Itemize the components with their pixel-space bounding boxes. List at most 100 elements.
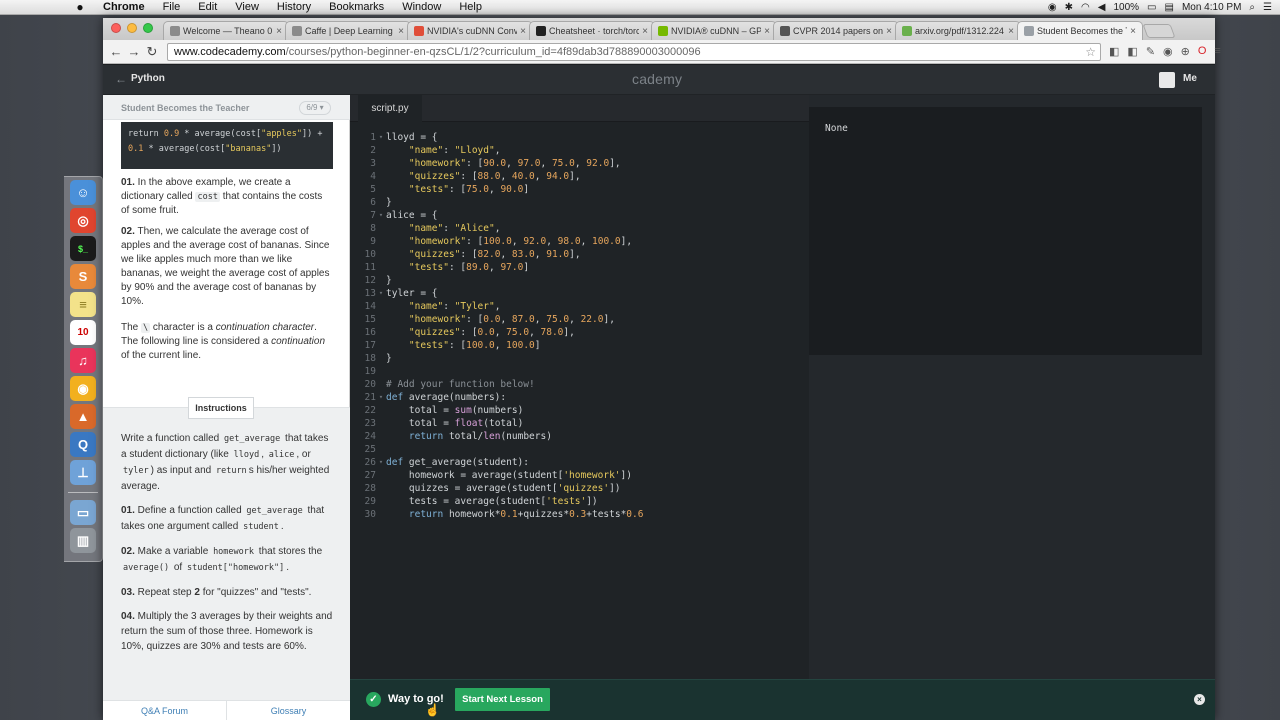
browser-tab[interactable]: Welcome — Theano 0.6 × (163, 21, 289, 40)
spotlight-icon[interactable]: ⌕ (1249, 2, 1255, 13)
photo-booth-icon[interactable]: ◎ (70, 208, 96, 233)
browser-tab[interactable]: CVPR 2014 papers on th × (773, 21, 899, 40)
browser-tab[interactable]: Cheatsheet · torch/torch × (529, 21, 655, 40)
code-line: 11 "tests": [89.0, 97.0] (364, 262, 530, 273)
apple-menu-icon[interactable]: ● (66, 0, 94, 14)
quicktime-icon[interactable]: Q (70, 432, 96, 457)
code-editor[interactable]: script.py 1 ▾ lloyd = { 2 "name": "Lloyd",… (350, 95, 809, 679)
code-line: 7 ▾ alice = { (370, 210, 438, 221)
tab-close-icon[interactable]: × (520, 26, 526, 37)
browser-tab[interactable]: Caffe | Deep Learning Fr × (285, 21, 411, 40)
codecademy-logo[interactable]: codecademy (632, 71, 1091, 120)
menu-chrome[interactable]: Chrome (94, 1, 154, 13)
tab-favicon-icon (780, 26, 790, 36)
browser-tab[interactable]: Student Becomes the Tea× (1017, 21, 1143, 40)
browser-tab[interactable]: arxiv.org/pdf/1312.224 × (895, 21, 1021, 40)
back-to-course-icon[interactable]: ← (115, 72, 127, 86)
avatar[interactable] (1159, 72, 1175, 88)
close-window-icon[interactable] (111, 23, 121, 33)
battery-percent[interactable]: 100% (1113, 2, 1139, 13)
code-line: 3 "homework": [90.0, 97.0, 75.0, 92.0], (370, 158, 621, 169)
tab-close-icon[interactable]: × (642, 26, 648, 37)
tab-close-icon[interactable]: × (276, 26, 282, 37)
code-line: 26 ▾ def get_average(student): (364, 457, 530, 468)
extension-icon[interactable]: ◧ (1109, 45, 1119, 58)
qa-forum-link[interactable]: Q&A Forum (103, 701, 226, 720)
glossary-link[interactable]: Glossary (226, 701, 350, 720)
instruction-paragraph: Write a function called get_average that… (121, 433, 330, 492)
menu-bookmarks[interactable]: Bookmarks (320, 1, 393, 13)
calendar-icon[interactable]: 10 (70, 320, 96, 345)
menu-view[interactable]: View (226, 1, 268, 13)
browser-tab[interactable]: NVIDIA's cuDNN ConvNe× (407, 21, 533, 40)
code-line: 4 "quizzes": [88.0, 40.0, 94.0], (370, 171, 581, 182)
minimize-window-icon[interactable] (127, 23, 137, 33)
new-tab-button[interactable] (1142, 24, 1176, 38)
tab-title: Welcome — Theano 0.6 (183, 26, 274, 36)
extension-icon[interactable]: ◧ (1127, 45, 1137, 58)
extension-icon[interactable]: ✎ (1146, 45, 1155, 58)
zoom-window-icon[interactable] (143, 23, 153, 33)
code-line: 5 "tests": [75.0, 90.0] (370, 184, 530, 195)
back-arrow-icon[interactable]: ← (107, 44, 125, 59)
menu-file[interactable]: File (154, 1, 190, 13)
forward-arrow-icon[interactable]: → (125, 44, 143, 59)
reload-icon[interactable]: ↻ (143, 44, 161, 60)
preview-icon[interactable]: ⊥ (70, 460, 96, 485)
address-bar[interactable]: www.codecademy.com /courses/python-begin… (167, 43, 1101, 61)
user-menu[interactable]: Me (1183, 73, 1197, 84)
record-icon[interactable]: ◉ (1048, 2, 1057, 13)
browser-tab[interactable]: NVIDIA® cuDNN – GPU A× (651, 21, 777, 40)
code-line: 1 ▾ lloyd = { (370, 132, 438, 143)
volume-icon[interactable]: ◀ (1098, 2, 1106, 13)
instruction-step: 03. Repeat step 2 for "quizzes" and "tes… (121, 587, 312, 598)
tab-close-icon[interactable]: × (1130, 26, 1136, 37)
finder-icon[interactable]: ☺ (70, 180, 96, 205)
code-line: 23 total = float(total) (364, 418, 524, 429)
notification-center-icon[interactable]: ☰ (1263, 2, 1272, 13)
menu-history[interactable]: History (268, 1, 320, 13)
tab-favicon-icon (170, 26, 180, 36)
course-name[interactable]: Python (131, 73, 165, 84)
file-tab-script[interactable]: script.py (358, 95, 422, 122)
dock-separator (68, 492, 98, 493)
extension-icon[interactable]: ◉ (1163, 45, 1173, 58)
menu-window[interactable]: Window (393, 1, 450, 13)
tab-close-icon[interactable]: × (764, 26, 770, 37)
applications-folder-icon[interactable]: ▭ (70, 500, 96, 525)
close-icon[interactable]: × (1194, 694, 1205, 705)
chrome-icon[interactable]: ◉ (70, 376, 96, 401)
start-next-lesson-button[interactable]: Start Next Lesson (455, 688, 550, 711)
chrome-menu-icon[interactable]: ≡ (1214, 45, 1220, 58)
code-line: 10 "quizzes": [82.0, 83.0, 91.0], (364, 249, 581, 260)
tab-close-icon[interactable]: × (886, 26, 892, 37)
itunes-icon[interactable]: ♫ (70, 348, 96, 373)
matlab-icon[interactable]: ▲ (70, 404, 96, 429)
bookmark-star-icon[interactable]: ☆ (1085, 45, 1096, 59)
terminal-icon[interactable]: $_ (70, 236, 96, 261)
output-console[interactable]: None (809, 107, 1202, 355)
code-lines[interactable]: 1 ▾ lloyd = { 2 "name": "Lloyd", 3 "homewo… (350, 131, 809, 521)
tab-close-icon[interactable]: × (398, 26, 404, 37)
wifi-icon[interactable]: ◠ (1081, 2, 1090, 13)
code-line: 14 "name": "Tyler", (364, 301, 501, 312)
flag-icon[interactable]: ▤ (1164, 2, 1173, 13)
code-line: 25 (364, 444, 376, 455)
tab-title: Caffe | Deep Learning Fr (305, 26, 396, 36)
browser-window: Welcome — Theano 0.6 × Caffe | Deep Learni… (103, 18, 1221, 720)
code-line: 8 "name": "Alice", (370, 223, 501, 234)
clock[interactable]: Mon 4:10 PM (1182, 2, 1241, 13)
tab-close-icon[interactable]: × (1008, 26, 1014, 37)
code-line: 2 "name": "Lloyd", (370, 145, 501, 156)
lesson-progress-dropdown[interactable]: 6/9 ▾ (299, 101, 331, 115)
lesson-header: Student Becomes the Teacher 6/9 ▾ (103, 95, 350, 120)
bluetooth-icon[interactable]: ✱ (1065, 2, 1073, 13)
sublime-text-icon[interactable]: S (70, 264, 96, 289)
extension-icon[interactable]: ⊕ (1181, 45, 1190, 58)
menu-edit[interactable]: Edit (189, 1, 226, 13)
trash-icon[interactable]: ▥ (70, 528, 96, 553)
instruction-step: 04. Multiply the 3 averages by their wei… (121, 611, 333, 652)
opera-icon[interactable]: O (1198, 45, 1207, 58)
notes-icon[interactable]: ≡ (70, 292, 96, 317)
menu-help[interactable]: Help (450, 1, 491, 13)
